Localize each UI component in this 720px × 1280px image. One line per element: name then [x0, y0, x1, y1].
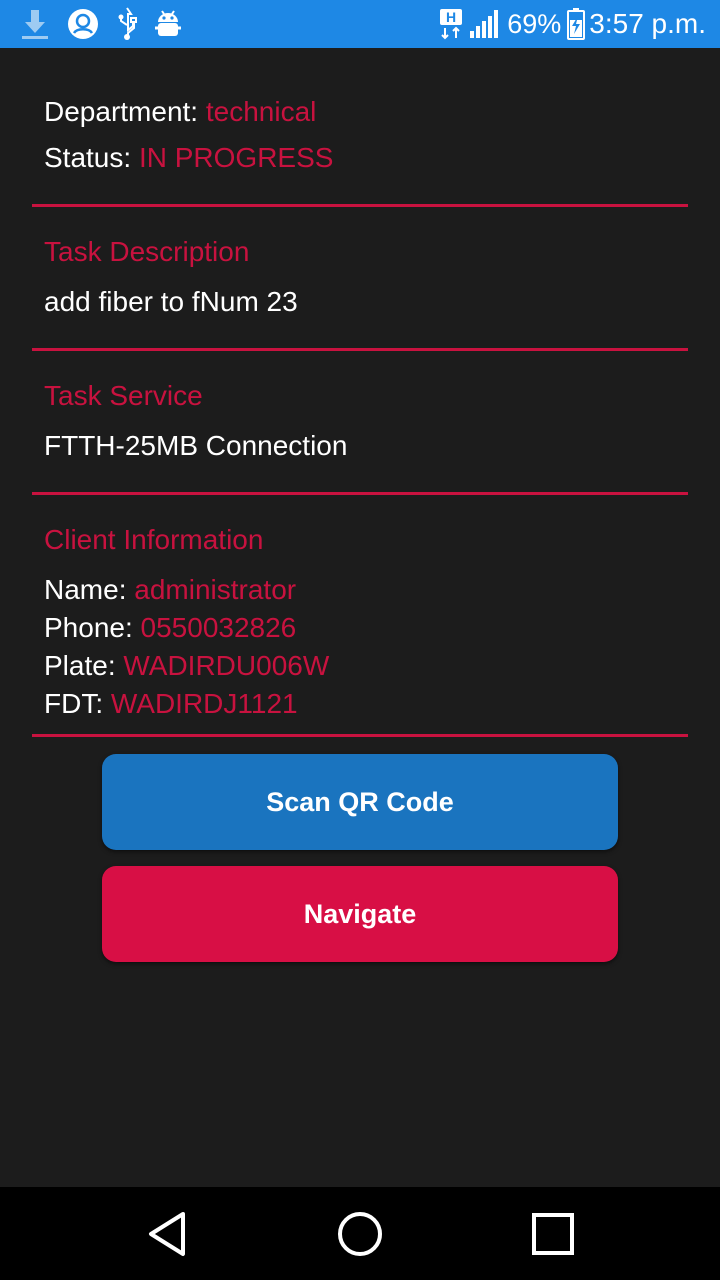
- client-plate-value: WADIRDU006W: [123, 650, 330, 681]
- status-bar: H 69% 3:57 p.m.: [0, 0, 720, 48]
- divider: [32, 204, 688, 207]
- client-fdt-label: FDT:: [44, 688, 104, 719]
- cellular-signal-icon: [469, 9, 499, 39]
- client-fdt-value: WADIRDJ1121: [110, 688, 298, 719]
- client-phone-value: 0550032826: [140, 612, 297, 643]
- scan-qr-code-button[interactable]: Scan QR Code: [102, 754, 618, 850]
- divider: [32, 734, 688, 737]
- task-description-heading: Task Description: [44, 236, 250, 267]
- battery-charging-icon: [567, 8, 586, 40]
- status-label: Status:: [44, 142, 132, 173]
- client-phone-label: Phone:: [44, 612, 133, 643]
- home-icon: [337, 1211, 382, 1256]
- back-button[interactable]: [137, 1204, 197, 1264]
- divider: [32, 348, 688, 351]
- task-description-section: Task Description add fiber to fNum 23: [44, 233, 298, 321]
- vpn-globe-icon: [66, 7, 100, 41]
- divider: [32, 492, 688, 495]
- back-icon: [148, 1211, 185, 1256]
- status-value: IN PROGRESS: [138, 142, 334, 173]
- task-service-text: FTTH-25MB Connection: [44, 430, 348, 461]
- recents-button[interactable]: [523, 1204, 583, 1264]
- system-navigation-bar: [0, 1187, 720, 1280]
- task-description-text: add fiber to fNum 23: [44, 286, 298, 317]
- client-name-row: Name: administrator: [44, 571, 329, 609]
- usb-icon: [116, 7, 138, 41]
- clock: 3:57 p.m.: [589, 8, 706, 39]
- recents-icon: [532, 1212, 575, 1255]
- client-plate-label: Plate:: [44, 650, 116, 681]
- status-bar-notifications: [20, 7, 198, 41]
- task-service-heading: Task Service: [44, 380, 203, 411]
- department-label: Department:: [44, 96, 199, 127]
- client-plate-row: Plate: WADIRDU006W: [44, 647, 329, 685]
- department-value: technical: [205, 96, 317, 127]
- department-row: Department: technical: [44, 93, 333, 131]
- client-phone-row: Phone: 0550032826: [44, 609, 329, 647]
- status-bar-system: H 69% 3:57 p.m.: [433, 8, 706, 40]
- client-name-value: administrator: [134, 574, 297, 605]
- client-information-heading: Client Information: [44, 524, 264, 555]
- home-button[interactable]: [330, 1204, 390, 1264]
- client-fdt-row: FDT: WADIRDJ1121: [44, 685, 329, 723]
- task-service-section: Task Service FTTH-25MB Connection: [44, 377, 347, 465]
- android-debug-icon: [154, 8, 182, 40]
- client-information-section: Client Information Name: administrator P…: [44, 521, 329, 723]
- download-icon: [20, 8, 50, 40]
- hd-signal-icon: H: [439, 8, 463, 40]
- task-summary: Department: technical Status: IN PROGRES…: [44, 93, 333, 177]
- status-row: Status: IN PROGRESS: [44, 139, 333, 177]
- client-name-label: Name:: [44, 574, 127, 605]
- navigate-button[interactable]: Navigate: [102, 866, 618, 962]
- signal-type-label: H: [446, 9, 456, 25]
- battery-percent: 69%: [507, 8, 562, 39]
